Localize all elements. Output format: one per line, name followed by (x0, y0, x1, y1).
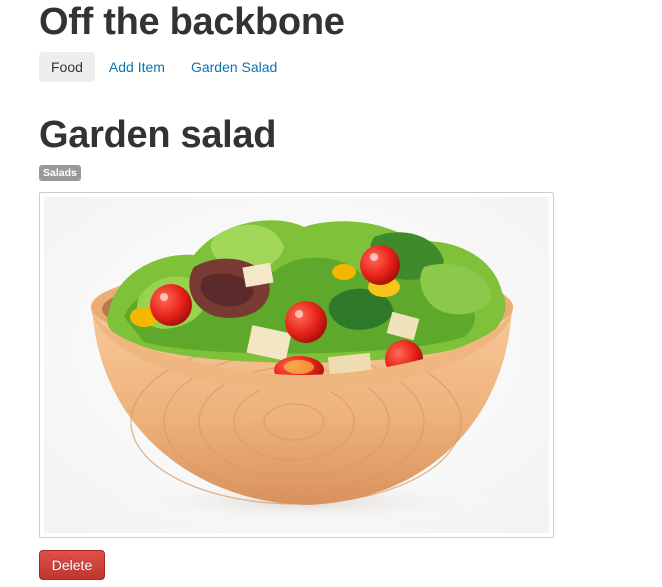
delete-button[interactable]: Delete (39, 550, 105, 580)
item-photo (39, 192, 554, 538)
nav-item-add-item[interactable]: Add Item (97, 52, 177, 82)
nav-pills: Food Add Item Garden Salad (39, 52, 291, 82)
nav-item-food[interactable]: Food (39, 52, 95, 82)
app-title: Off the backbone (39, 1, 345, 43)
category-badge: Salads (39, 165, 81, 181)
salad-bowl-image (44, 197, 549, 533)
item-title: Garden salad (39, 114, 277, 156)
nav-item-garden-salad[interactable]: Garden Salad (179, 52, 289, 82)
